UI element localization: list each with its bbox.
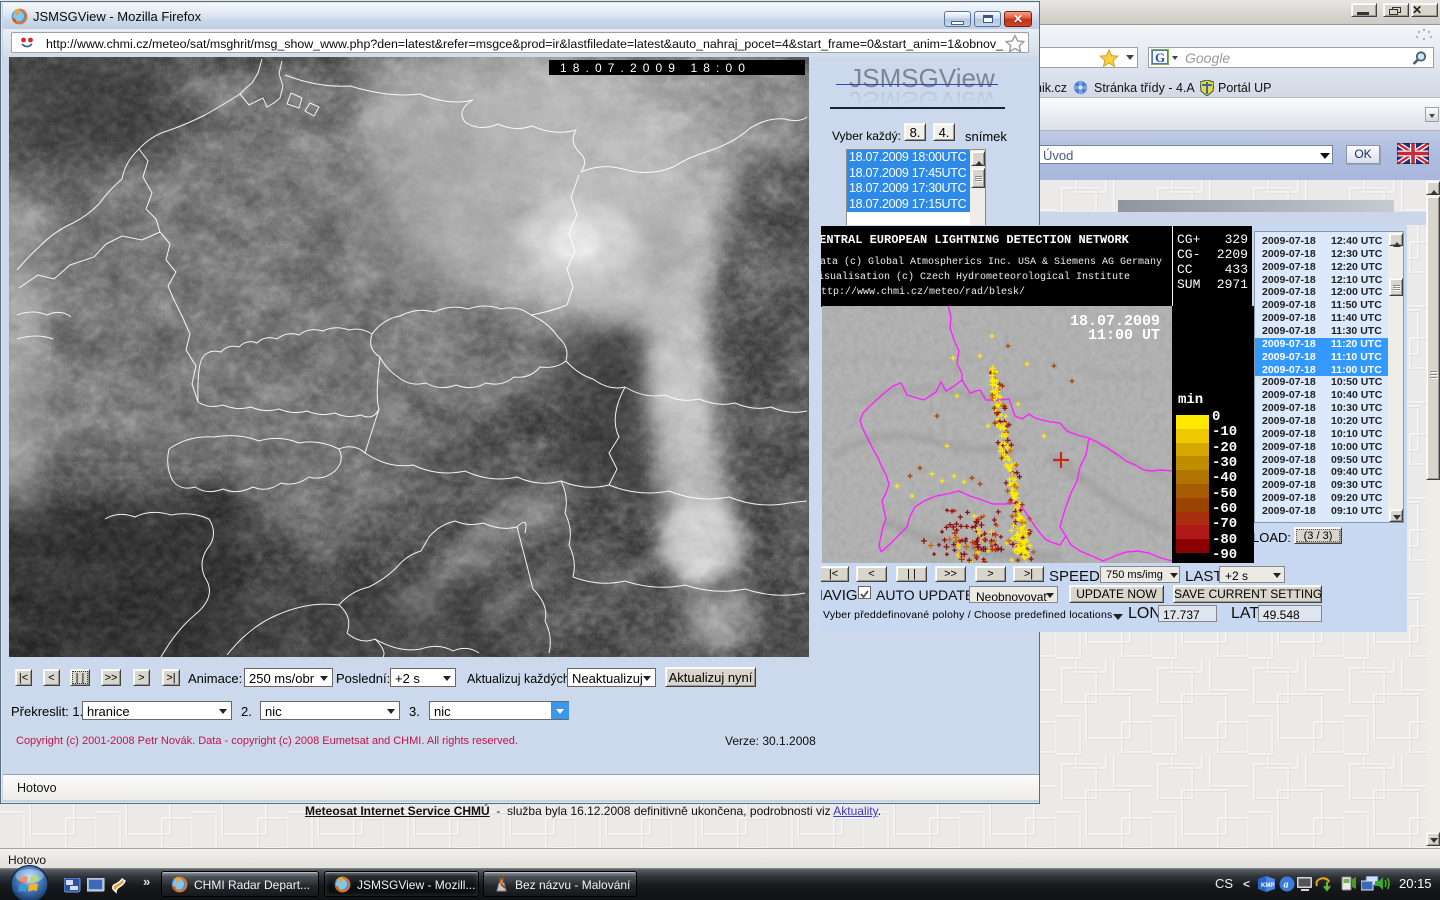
svg-text:18.07.2009 18:00: 18.07.2009 18:00 [560, 61, 751, 75]
svg-text:a: a [1284, 880, 1289, 891]
svg-text:11:00 UT: 11:00 UT [1088, 327, 1160, 344]
svg-text:KMP: KMP [1261, 883, 1274, 889]
